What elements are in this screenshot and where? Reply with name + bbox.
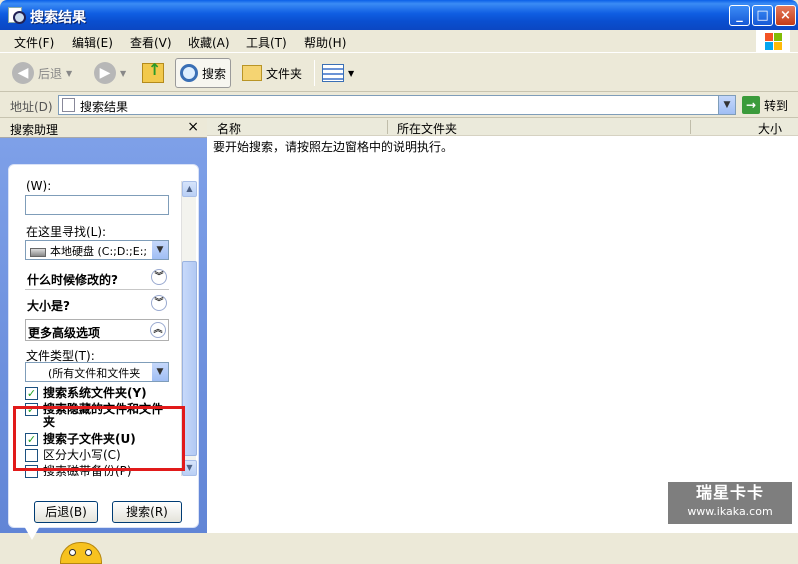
back-search-button[interactable]: 后退(B) bbox=[34, 501, 98, 523]
scroll-up-button[interactable]: ▲ bbox=[182, 181, 197, 197]
look-in-value: 本地硬盘 (C:;D:;E:;F bbox=[50, 245, 148, 258]
look-in-label: 在这里寻找(L): bbox=[26, 225, 107, 239]
search-options-card: (W): 在这里寻找(L): 本地硬盘 (C:;D:;E:;F ▼ 什么时候修改… bbox=[8, 164, 199, 528]
address-input[interactable]: 搜索结果 ▼ bbox=[58, 95, 736, 115]
file-type-value: (所有文件和文件夹 bbox=[48, 367, 141, 380]
menu-favorites[interactable]: 收藏(A) bbox=[188, 34, 230, 51]
search-system-folders-label: 搜索系统文件夹(Y) bbox=[43, 386, 147, 400]
search-companion-character-icon[interactable] bbox=[60, 542, 102, 564]
column-size[interactable]: 大小 bbox=[758, 120, 782, 137]
search-window-icon bbox=[8, 7, 26, 24]
advanced-options-label: 更多高级选项 bbox=[28, 326, 101, 340]
menu-view[interactable]: 查看(V) bbox=[130, 34, 172, 51]
up-folder-icon: ↑ bbox=[142, 60, 164, 83]
divider bbox=[25, 289, 169, 290]
forward-button[interactable]: ▶ ▼ bbox=[94, 58, 126, 88]
word-label: (W): bbox=[26, 179, 52, 193]
address-dropdown-button[interactable]: ▼ bbox=[718, 96, 735, 114]
toolbar: ◀ 后退 ▼ ▶ ▼ ↑ 搜索 文件夹 ▼ bbox=[0, 54, 798, 92]
views-icon bbox=[322, 64, 344, 82]
menu-help[interactable]: 帮助(H) bbox=[304, 34, 346, 51]
window-title: 搜索结果 bbox=[30, 10, 86, 26]
back-button[interactable]: ◀ 后退 ▼ bbox=[12, 58, 72, 88]
watermark: 瑞星卡卡 www.ikaka.com bbox=[668, 482, 792, 524]
forward-arrow-icon: ▶ bbox=[94, 62, 116, 84]
column-name[interactable]: 名称 bbox=[217, 120, 241, 137]
search-results-icon bbox=[62, 98, 75, 112]
highlight-annotation-box bbox=[13, 406, 185, 471]
folders-label: 文件夹 bbox=[266, 66, 303, 81]
pane-title: 搜索助理 bbox=[10, 123, 59, 137]
watermark-text: 瑞星卡卡 bbox=[695, 483, 764, 502]
minimize-button[interactable]: _ bbox=[729, 5, 750, 26]
go-button[interactable]: → 转到 bbox=[742, 96, 788, 114]
collapse-chevron-icon[interactable]: ︽ bbox=[150, 322, 166, 338]
size-section[interactable]: 大小是? ︾ bbox=[25, 293, 169, 315]
column-separator[interactable] bbox=[690, 120, 691, 134]
up-folder-button[interactable]: ↑ bbox=[142, 58, 164, 88]
file-type-select[interactable]: (所有文件和文件夹 ▼ bbox=[25, 362, 169, 382]
hard-drive-icon bbox=[30, 247, 46, 257]
when-modified-section[interactable]: 什么时候修改的? ︾ bbox=[25, 267, 169, 289]
menu-bar: 文件(F) 编辑(E) 查看(V) 收藏(A) 工具(T) 帮助(H) bbox=[0, 30, 798, 53]
checkmark-icon: ✓ bbox=[25, 387, 38, 400]
windows-logo-icon bbox=[756, 30, 790, 53]
expand-chevron-icon[interactable]: ︾ bbox=[151, 295, 167, 311]
views-button[interactable]: ▼ bbox=[322, 58, 354, 88]
word-input[interactable] bbox=[25, 195, 169, 215]
maximize-button[interactable]: □ bbox=[752, 5, 773, 26]
file-type-dropdown-icon[interactable]: ▼ bbox=[152, 363, 168, 381]
folders-button[interactable]: 文件夹 bbox=[242, 58, 302, 88]
pane-body: (W): 在这里寻找(L): 本地硬盘 (C:;D:;E:;F ▼ 什么时候修改… bbox=[0, 138, 207, 564]
column-separator[interactable] bbox=[387, 120, 388, 134]
back-dropdown-icon: ▼ bbox=[66, 68, 73, 78]
menu-file[interactable]: 文件(F) bbox=[14, 34, 54, 51]
search-system-folders-checkbox[interactable]: ✓ 搜索系统文件夹(Y) bbox=[25, 387, 175, 400]
back-label: 后退 bbox=[38, 66, 63, 81]
search-assistant-pane: 搜索助理 × (W): 在这里寻找(L): 本地硬盘 (C:;D:;E:;F ▼… bbox=[0, 118, 207, 564]
balloon-tail bbox=[24, 526, 40, 540]
look-in-select[interactable]: 本地硬盘 (C:;D:;E:;F ▼ bbox=[25, 240, 169, 260]
results-pane: 名称 所在文件夹 大小 要开始搜索，请按照左边窗格中的说明执行。 bbox=[207, 118, 798, 533]
toolbar-separator bbox=[314, 60, 315, 86]
address-value: 搜索结果 bbox=[80, 100, 129, 114]
column-folder[interactable]: 所在文件夹 bbox=[397, 120, 457, 137]
search-button[interactable]: 搜索 bbox=[175, 58, 232, 88]
folder-icon bbox=[242, 65, 262, 81]
start-search-button[interactable]: 搜索(R) bbox=[112, 501, 182, 523]
forward-dropdown-icon: ▼ bbox=[120, 68, 127, 78]
back-arrow-icon: ◀ bbox=[12, 62, 34, 84]
address-label: 地址(D) bbox=[10, 100, 53, 114]
menu-tools[interactable]: 工具(T) bbox=[246, 34, 287, 51]
results-hint-text: 要开始搜索，请按照左边窗格中的说明执行。 bbox=[213, 140, 454, 154]
menu-edit[interactable]: 编辑(E) bbox=[72, 34, 113, 51]
magnifier-icon bbox=[180, 64, 198, 82]
results-column-headers: 名称 所在文件夹 大小 bbox=[207, 118, 798, 136]
watermark-url: www.ikaka.com bbox=[687, 505, 773, 518]
close-button[interactable]: × bbox=[775, 5, 796, 26]
expand-chevron-icon[interactable]: ︾ bbox=[151, 269, 167, 285]
search-label: 搜索 bbox=[202, 66, 227, 81]
look-in-dropdown-icon[interactable]: ▼ bbox=[152, 241, 168, 259]
go-arrow-icon: → bbox=[742, 96, 760, 114]
pane-header: 搜索助理 × bbox=[0, 118, 207, 138]
views-dropdown-icon: ▼ bbox=[348, 68, 355, 78]
address-bar: 地址(D) 搜索结果 ▼ → 转到 bbox=[0, 92, 798, 118]
title-bar: 搜索结果 _ □ × bbox=[0, 0, 798, 30]
go-label: 转到 bbox=[764, 98, 789, 113]
advanced-options-section[interactable]: 更多高级选项 ︽ bbox=[25, 319, 169, 341]
size-label: 大小是? bbox=[27, 299, 70, 313]
pane-close-button[interactable]: × bbox=[187, 119, 199, 135]
when-modified-label: 什么时候修改的? bbox=[27, 273, 118, 287]
